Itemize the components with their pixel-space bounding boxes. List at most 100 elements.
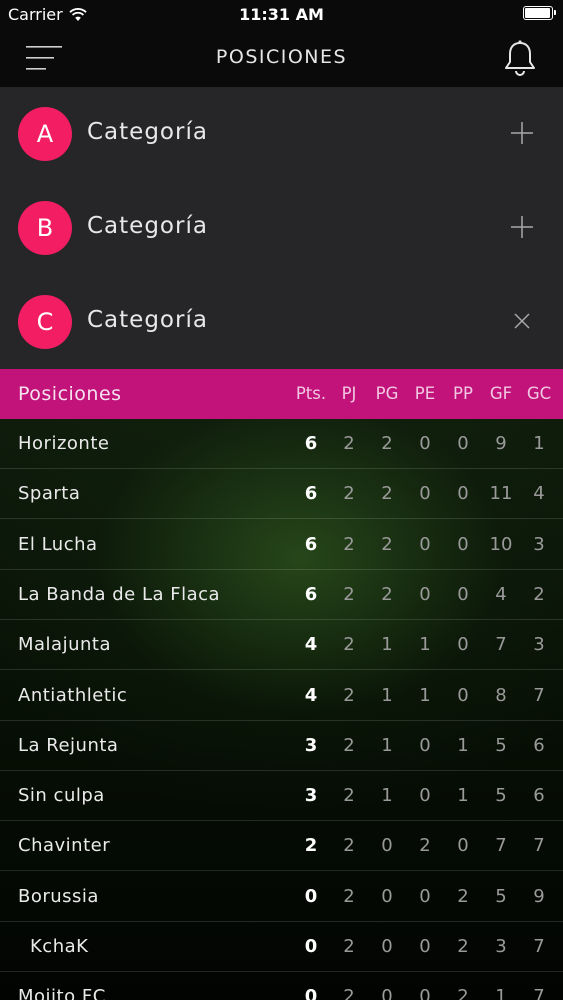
team-name: Mojito FC — [18, 986, 106, 1000]
column-header-gf: GF — [489, 384, 513, 403]
points-cell: 4 — [304, 634, 318, 656]
goals-against-cell: 3 — [533, 634, 545, 656]
goals-for-cell: 9 — [495, 433, 507, 454]
goals-for-cell: 7 — [495, 634, 507, 656]
played-cell: 2 — [343, 936, 355, 957]
category-list: A Categoría B Categoría C Categoría — [0, 87, 563, 369]
team-name: Sparta — [18, 483, 81, 505]
page-title: POSICIONES — [215, 46, 348, 68]
table-row[interactable]: La Banda de La Flaca 6 2 2 0 0 4 2 — [0, 570, 563, 620]
played-cell: 2 — [343, 533, 355, 555]
drawn-cell: 0 — [419, 986, 431, 1000]
points-cell: 6 — [304, 483, 318, 505]
category-badge: A — [18, 107, 72, 161]
team-name: Antiathletic — [18, 684, 128, 706]
points-cell: 2 — [304, 835, 318, 857]
close-icon[interactable] — [509, 308, 535, 334]
lost-cell: 2 — [457, 936, 469, 957]
goals-for-cell: 1 — [495, 986, 507, 1000]
goals-against-cell: 7 — [533, 835, 545, 857]
points-cell: 6 — [304, 533, 318, 555]
won-cell: 0 — [381, 986, 393, 1000]
won-cell: 1 — [381, 634, 393, 656]
goals-against-cell: 6 — [533, 785, 545, 807]
team-name: El Lucha — [18, 533, 98, 555]
drawn-cell: 0 — [419, 583, 431, 605]
goals-for-cell: 4 — [495, 583, 507, 605]
lost-cell: 0 — [457, 634, 469, 656]
won-cell: 2 — [381, 483, 393, 505]
category-row-c[interactable]: C Categoría — [0, 275, 563, 369]
team-name: KchaK — [30, 936, 89, 957]
standings-table: Horizonte 6 2 2 0 0 9 1 Sparta 6 2 2 0 0… — [0, 419, 563, 1000]
nav-bar: POSICIONES — [0, 30, 563, 87]
table-row[interactable]: Malajunta 4 2 1 1 0 7 3 — [0, 620, 563, 671]
category-row-a[interactable]: A Categoría — [0, 87, 563, 181]
table-row[interactable]: Mojito FC 0 2 0 0 2 1 7 — [0, 972, 563, 1000]
status-bar: Carrier 11:31 AM — [0, 0, 563, 30]
table-row[interactable]: KchaK 0 2 0 0 2 3 7 — [0, 922, 563, 972]
clock: 11:31 AM — [239, 5, 324, 24]
won-cell: 0 — [381, 835, 393, 857]
lost-cell: 0 — [457, 684, 469, 706]
lost-cell: 1 — [457, 785, 469, 807]
team-name: La Banda de La Flaca — [18, 583, 221, 605]
lost-cell: 0 — [457, 483, 469, 505]
team-name: Sin culpa — [18, 785, 105, 807]
table-row[interactable]: Chavinter 2 2 0 2 0 7 7 — [0, 821, 563, 872]
drawn-cell: 0 — [419, 483, 431, 505]
goals-against-cell: 9 — [533, 885, 545, 907]
goals-against-cell: 1 — [533, 433, 545, 454]
category-label: Categoría — [87, 307, 208, 333]
won-cell: 1 — [381, 684, 393, 706]
played-cell: 2 — [343, 433, 355, 454]
standings-header: Posiciones Pts. PJ PG PE PP GF GC — [0, 369, 563, 419]
goals-against-cell: 6 — [533, 734, 545, 756]
app-screen: Carrier 11:31 AM POSICIONES A Categoría … — [0, 0, 563, 1000]
played-cell: 2 — [343, 835, 355, 857]
battery-icon — [523, 6, 556, 20]
goals-for-cell: 5 — [495, 734, 507, 756]
goals-for-cell: 8 — [495, 684, 507, 706]
column-header-pj: PJ — [341, 384, 357, 403]
lost-cell: 0 — [457, 583, 469, 605]
played-cell: 2 — [343, 483, 355, 505]
table-row[interactable]: Sparta 6 2 2 0 0 11 4 — [0, 469, 563, 520]
table-row[interactable]: El Lucha 6 2 2 0 0 10 3 — [0, 520, 563, 570]
bell-icon[interactable] — [501, 40, 539, 76]
points-cell: 3 — [304, 734, 318, 756]
goals-against-cell: 3 — [533, 533, 545, 555]
plus-icon[interactable] — [509, 214, 535, 240]
lost-cell: 2 — [457, 986, 469, 1000]
points-cell: 4 — [304, 684, 318, 706]
played-cell: 2 — [343, 583, 355, 605]
played-cell: 2 — [343, 885, 355, 907]
lost-cell: 0 — [457, 835, 469, 857]
drawn-cell: 1 — [419, 634, 431, 656]
goals-against-cell: 4 — [533, 483, 545, 505]
won-cell: 1 — [381, 734, 393, 756]
points-cell: 6 — [304, 433, 318, 454]
category-row-b[interactable]: B Categoría — [0, 181, 563, 275]
goals-against-cell: 7 — [533, 986, 545, 1000]
played-cell: 2 — [343, 986, 355, 1000]
table-row[interactable]: Borussia 0 2 0 0 2 5 9 — [0, 872, 563, 922]
column-header-pp: PP — [453, 384, 473, 403]
drawn-cell: 0 — [419, 936, 431, 957]
lost-cell: 1 — [457, 734, 469, 756]
plus-icon[interactable] — [509, 120, 535, 146]
lost-cell: 0 — [457, 533, 469, 555]
table-row[interactable]: La Rejunta 3 2 1 0 1 5 6 — [0, 721, 563, 771]
goals-against-cell: 7 — [533, 936, 545, 957]
category-label: Categoría — [87, 213, 208, 239]
table-row[interactable]: Horizonte 6 2 2 0 0 9 1 — [0, 419, 563, 469]
table-row[interactable]: Sin culpa 3 2 1 0 1 5 6 — [0, 771, 563, 822]
team-name: Borussia — [18, 885, 99, 907]
drawn-cell: 0 — [419, 433, 431, 454]
played-cell: 2 — [343, 734, 355, 756]
won-cell: 0 — [381, 885, 393, 907]
table-row[interactable]: Antiathletic 4 2 1 1 0 8 7 — [0, 671, 563, 721]
lost-cell: 2 — [457, 885, 469, 907]
points-cell: 3 — [304, 785, 318, 807]
drawn-cell: 0 — [419, 885, 431, 907]
